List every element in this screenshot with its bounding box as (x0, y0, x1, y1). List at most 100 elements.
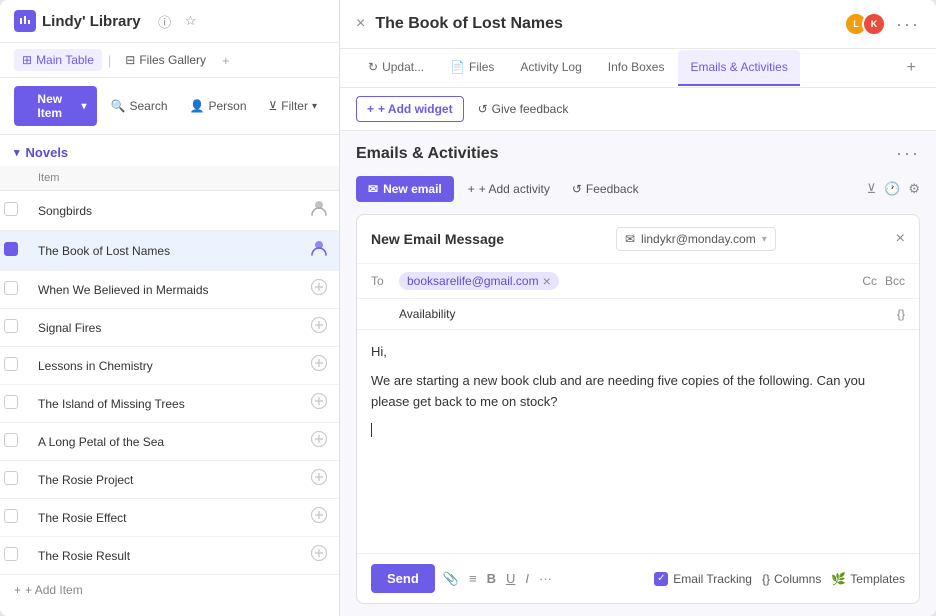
give-feedback-button[interactable]: ↺ Give feedback (470, 97, 577, 121)
new-item-button[interactable]: New Item ▾ (14, 86, 97, 126)
star-icon[interactable]: ☆ (181, 11, 201, 31)
tab-updates[interactable]: ↻ Updat... (356, 50, 436, 86)
list-icon[interactable]: ≡ (469, 571, 477, 586)
row-title-text: Signal Fires (38, 321, 101, 335)
cc-button[interactable]: Cc (862, 274, 877, 288)
search-button[interactable]: 🔍 Search (103, 94, 176, 118)
row-checkbox[interactable] (4, 395, 18, 409)
row-add-icon[interactable] (310, 511, 328, 528)
add-widget-icon: + (367, 102, 374, 116)
avatar-group: L K (844, 12, 886, 36)
close-button[interactable]: × (356, 15, 365, 33)
row-checkbox[interactable] (4, 357, 18, 371)
add-item-row[interactable]: + + Add Item (0, 575, 339, 605)
table-row[interactable]: When We Believed in Mermaids (0, 271, 339, 309)
row-checkbox[interactable] (4, 281, 18, 295)
feedback-button[interactable]: ↺ Feedback (564, 177, 647, 201)
table-row[interactable]: The Rosie Effect (0, 499, 339, 537)
more-options-button[interactable]: ··· (896, 14, 920, 35)
table-row[interactable]: The Rosie Result (0, 537, 339, 575)
table-row[interactable]: A Long Petal of the Sea (0, 423, 339, 461)
row-title-text: Songbirds (38, 204, 92, 218)
row-add-icon[interactable] (310, 359, 328, 376)
add-widget-button[interactable]: + + Add widget (356, 96, 464, 122)
header-icons: ⓘ ☆ (155, 11, 201, 31)
row-title-text: The Rosie Project (38, 473, 133, 487)
info-icon[interactable]: ⓘ (155, 11, 175, 31)
subject-input[interactable]: Availability (399, 307, 889, 321)
table-row[interactable]: The Island of Missing Trees (0, 385, 339, 423)
app-title: Lindy' Library (42, 13, 141, 30)
row-checkbox[interactable] (4, 242, 18, 256)
new-email-button[interactable]: ✉ New email (356, 176, 454, 202)
table-row[interactable]: Lessons in Chemistry (0, 347, 339, 385)
underline-icon[interactable]: U (506, 571, 515, 586)
row-title: Signal Fires (28, 309, 299, 347)
templates-icon: 🌿 (831, 572, 846, 586)
row-checkbox-cell (0, 461, 28, 499)
clock-icon[interactable]: 🕐 (884, 181, 900, 197)
row-checkbox-cell (0, 309, 28, 347)
tab-add-button[interactable]: + (903, 49, 920, 87)
row-add-icon[interactable] (309, 245, 329, 262)
template-icon[interactable]: {} (897, 307, 905, 321)
novels-section-header[interactable]: ▾ Novels (0, 135, 339, 166)
feedback-icon: ↺ (478, 102, 488, 116)
logo-icon (14, 10, 36, 32)
more-formatting-icon[interactable]: ··· (539, 571, 552, 586)
templates-button[interactable]: 🌿 Templates (831, 572, 905, 586)
row-title: The Rosie Project (28, 461, 299, 499)
columns-button[interactable]: {} Columns (762, 572, 821, 586)
compose-body[interactable]: Hi, We are starting a new book club and … (357, 330, 919, 553)
row-add-icon[interactable] (310, 283, 328, 300)
email-toolbar-right: ⊻ 🕐 ⚙ (867, 181, 920, 197)
bold-icon[interactable]: B (487, 571, 496, 586)
col-checkbox (0, 166, 28, 191)
table-row[interactable]: The Rosie Project (0, 461, 339, 499)
row-checkbox[interactable] (4, 471, 18, 485)
settings-icon[interactable]: ⚙ (908, 181, 920, 197)
avatar-2: K (862, 12, 886, 36)
compose-from[interactable]: ✉ lindykr@monday.com ▾ (616, 227, 776, 251)
compose-close-button[interactable]: × (896, 230, 905, 248)
tab-files[interactable]: 📄 Files (438, 50, 506, 86)
person-button[interactable]: 👤 Person (182, 94, 255, 118)
row-checkbox-cell (0, 191, 28, 231)
row-add-icon[interactable] (310, 397, 328, 414)
detail-header: × The Book of Lost Names L K ··· (340, 0, 936, 49)
send-button[interactable]: Send (371, 564, 435, 593)
bcc-button[interactable]: Bcc (885, 274, 905, 288)
panel-more-button[interactable]: ··· (896, 143, 920, 164)
tab-info-boxes[interactable]: Info Boxes (596, 50, 677, 86)
row-add-icon[interactable] (310, 549, 328, 566)
filter-icon-right[interactable]: ⊻ (867, 181, 877, 197)
row-checkbox[interactable] (4, 202, 18, 216)
row-add-icon[interactable] (310, 435, 328, 452)
table-row[interactable]: Signal Fires (0, 309, 339, 347)
email-tracking-checkbox[interactable]: ✓ Email Tracking (654, 572, 752, 586)
row-checkbox-cell (0, 385, 28, 423)
tab-add[interactable]: + (222, 53, 230, 68)
filter-dropdown-icon: ▾ (312, 101, 317, 112)
row-add-icon[interactable] (310, 321, 328, 338)
row-add-icon[interactable] (310, 473, 328, 490)
row-checkbox[interactable] (4, 433, 18, 447)
dropdown-arrow-icon: ▾ (82, 101, 87, 112)
toolbar: New Item ▾ 🔍 Search 👤 Person ⊻ Filter ▾ (0, 78, 339, 135)
tab-activity-log[interactable]: Activity Log (508, 50, 593, 86)
tab-emails-activities[interactable]: Emails & Activities (678, 50, 799, 86)
italic-icon[interactable]: I (525, 571, 529, 586)
filter-button[interactable]: ⊻ Filter ▾ (261, 94, 326, 118)
row-checkbox[interactable] (4, 509, 18, 523)
table-row[interactable]: The Book of Lost Names (0, 231, 339, 271)
row-checkbox[interactable] (4, 319, 18, 333)
row-checkbox[interactable] (4, 547, 18, 561)
table-row[interactable]: Songbirds (0, 191, 339, 231)
row-add-icon[interactable] (309, 205, 329, 222)
tab-main-table[interactable]: ⊞ Main Table (14, 49, 102, 71)
chip-remove-button[interactable]: × (543, 274, 551, 288)
tab-files-gallery[interactable]: ⊟ Files Gallery (117, 49, 214, 71)
row-action-cell (299, 423, 339, 461)
add-activity-button[interactable]: + + Add activity (460, 177, 558, 201)
attachment-icon[interactable]: 📎 (443, 571, 459, 587)
